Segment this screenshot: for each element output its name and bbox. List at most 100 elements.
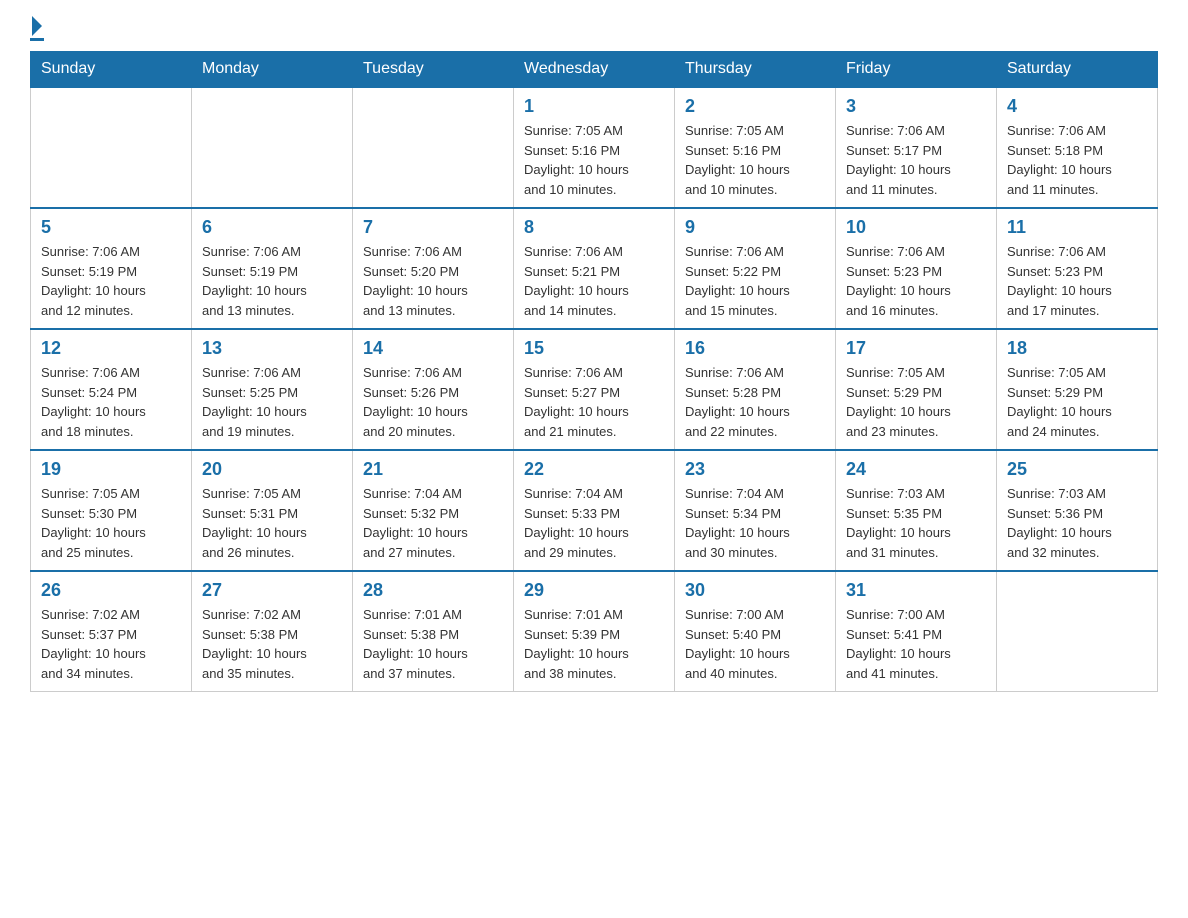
calendar-week-row: 19 Sunrise: 7:05 AMSunset: 5:30 PMDayligh… <box>31 450 1158 571</box>
calendar-cell: 8 Sunrise: 7:06 AMSunset: 5:21 PMDaylight… <box>514 208 675 329</box>
page-header <box>30 20 1158 41</box>
calendar-cell: 20 Sunrise: 7:05 AMSunset: 5:31 PMDayligh… <box>192 450 353 571</box>
day-number: 23 <box>685 459 825 480</box>
day-number: 18 <box>1007 338 1147 359</box>
day-number: 8 <box>524 217 664 238</box>
day-info: Sunrise: 7:03 AMSunset: 5:36 PMDaylight:… <box>1007 484 1147 562</box>
day-info: Sunrise: 7:04 AMSunset: 5:34 PMDaylight:… <box>685 484 825 562</box>
calendar-cell: 24 Sunrise: 7:03 AMSunset: 5:35 PMDayligh… <box>836 450 997 571</box>
calendar-week-row: 1Sunrise: 7:05 AMSunset: 5:16 PMDaylight… <box>31 87 1158 208</box>
day-info: Sunrise: 7:02 AMSunset: 5:37 PMDaylight:… <box>41 605 181 683</box>
day-info: Sunrise: 7:06 AMSunset: 5:19 PMDaylight:… <box>202 242 342 320</box>
day-info: Sunrise: 7:06 AMSunset: 5:28 PMDaylight:… <box>685 363 825 441</box>
logo <box>30 20 44 41</box>
calendar-cell: 14 Sunrise: 7:06 AMSunset: 5:26 PMDayligh… <box>353 329 514 450</box>
calendar-cell: 11Sunrise: 7:06 AMSunset: 5:23 PMDayligh… <box>997 208 1158 329</box>
logo-blue-part <box>30 20 44 36</box>
day-number: 19 <box>41 459 181 480</box>
calendar-cell: 1Sunrise: 7:05 AMSunset: 5:16 PMDaylight… <box>514 87 675 208</box>
day-info: Sunrise: 7:05 AMSunset: 5:30 PMDaylight:… <box>41 484 181 562</box>
logo-triangle-icon <box>32 16 42 36</box>
day-info: Sunrise: 7:04 AMSunset: 5:33 PMDaylight:… <box>524 484 664 562</box>
day-number: 12 <box>41 338 181 359</box>
day-number: 29 <box>524 580 664 601</box>
calendar-cell: 12 Sunrise: 7:06 AMSunset: 5:24 PMDayligh… <box>31 329 192 450</box>
day-of-week-header: Wednesday <box>514 52 675 88</box>
logo-underline <box>30 38 44 41</box>
day-number: 25 <box>1007 459 1147 480</box>
day-info: Sunrise: 7:06 AMSunset: 5:24 PMDaylight:… <box>41 363 181 441</box>
calendar-cell: 27Sunrise: 7:02 AMSunset: 5:38 PMDayligh… <box>192 571 353 692</box>
day-of-week-header: Saturday <box>997 52 1158 88</box>
day-number: 11 <box>1007 217 1147 238</box>
calendar-cell: 7 Sunrise: 7:06 AMSunset: 5:20 PMDaylight… <box>353 208 514 329</box>
logo-text <box>30 20 44 36</box>
day-info: Sunrise: 7:06 AMSunset: 5:22 PMDaylight:… <box>685 242 825 320</box>
day-info: Sunrise: 7:05 AMSunset: 5:29 PMDaylight:… <box>1007 363 1147 441</box>
calendar-cell <box>353 87 514 208</box>
day-info: Sunrise: 7:04 AMSunset: 5:32 PMDaylight:… <box>363 484 503 562</box>
day-info: Sunrise: 7:02 AMSunset: 5:38 PMDaylight:… <box>202 605 342 683</box>
day-info: Sunrise: 7:06 AMSunset: 5:17 PMDaylight:… <box>846 121 986 199</box>
day-number: 1 <box>524 96 664 117</box>
day-number: 5 <box>41 217 181 238</box>
day-info: Sunrise: 7:06 AMSunset: 5:27 PMDaylight:… <box>524 363 664 441</box>
calendar-cell: 10Sunrise: 7:06 AMSunset: 5:23 PMDayligh… <box>836 208 997 329</box>
calendar-cell: 3 Sunrise: 7:06 AMSunset: 5:17 PMDaylight… <box>836 87 997 208</box>
day-number: 10 <box>846 217 986 238</box>
day-info: Sunrise: 7:06 AMSunset: 5:21 PMDaylight:… <box>524 242 664 320</box>
calendar-cell: 25 Sunrise: 7:03 AMSunset: 5:36 PMDayligh… <box>997 450 1158 571</box>
day-number: 16 <box>685 338 825 359</box>
day-number: 7 <box>363 217 503 238</box>
day-info: Sunrise: 7:06 AMSunset: 5:20 PMDaylight:… <box>363 242 503 320</box>
day-info: Sunrise: 7:06 AMSunset: 5:25 PMDaylight:… <box>202 363 342 441</box>
calendar-cell: 16 Sunrise: 7:06 AMSunset: 5:28 PMDayligh… <box>675 329 836 450</box>
day-of-week-header: Friday <box>836 52 997 88</box>
day-number: 4 <box>1007 96 1147 117</box>
calendar-week-row: 26Sunrise: 7:02 AMSunset: 5:37 PMDayligh… <box>31 571 1158 692</box>
day-info: Sunrise: 7:03 AMSunset: 5:35 PMDaylight:… <box>846 484 986 562</box>
day-of-week-header: Tuesday <box>353 52 514 88</box>
calendar-cell: 18 Sunrise: 7:05 AMSunset: 5:29 PMDayligh… <box>997 329 1158 450</box>
calendar-cell: 26Sunrise: 7:02 AMSunset: 5:37 PMDayligh… <box>31 571 192 692</box>
day-info: Sunrise: 7:06 AMSunset: 5:18 PMDaylight:… <box>1007 121 1147 199</box>
calendar-cell: 2Sunrise: 7:05 AMSunset: 5:16 PMDaylight… <box>675 87 836 208</box>
day-number: 20 <box>202 459 342 480</box>
day-number: 21 <box>363 459 503 480</box>
calendar-header-row: SundayMondayTuesdayWednesdayThursdayFrid… <box>31 52 1158 88</box>
day-number: 6 <box>202 217 342 238</box>
calendar-cell: 29 Sunrise: 7:01 AMSunset: 5:39 PMDayligh… <box>514 571 675 692</box>
calendar-cell: 31Sunrise: 7:00 AMSunset: 5:41 PMDayligh… <box>836 571 997 692</box>
calendar-cell: 15Sunrise: 7:06 AMSunset: 5:27 PMDayligh… <box>514 329 675 450</box>
day-info: Sunrise: 7:05 AMSunset: 5:31 PMDaylight:… <box>202 484 342 562</box>
calendar-cell: 5 Sunrise: 7:06 AMSunset: 5:19 PMDaylight… <box>31 208 192 329</box>
day-number: 30 <box>685 580 825 601</box>
day-info: Sunrise: 7:06 AMSunset: 5:26 PMDaylight:… <box>363 363 503 441</box>
day-info: Sunrise: 7:00 AMSunset: 5:41 PMDaylight:… <box>846 605 986 683</box>
day-info: Sunrise: 7:01 AMSunset: 5:39 PMDaylight:… <box>524 605 664 683</box>
calendar-cell: 30 Sunrise: 7:00 AMSunset: 5:40 PMDayligh… <box>675 571 836 692</box>
day-of-week-header: Monday <box>192 52 353 88</box>
calendar-week-row: 12 Sunrise: 7:06 AMSunset: 5:24 PMDayligh… <box>31 329 1158 450</box>
day-number: 17 <box>846 338 986 359</box>
day-number: 13 <box>202 338 342 359</box>
calendar-cell: 4 Sunrise: 7:06 AMSunset: 5:18 PMDaylight… <box>997 87 1158 208</box>
calendar-week-row: 5 Sunrise: 7:06 AMSunset: 5:19 PMDaylight… <box>31 208 1158 329</box>
calendar-cell: 6 Sunrise: 7:06 AMSunset: 5:19 PMDaylight… <box>192 208 353 329</box>
day-number: 24 <box>846 459 986 480</box>
day-info: Sunrise: 7:06 AMSunset: 5:19 PMDaylight:… <box>41 242 181 320</box>
day-number: 14 <box>363 338 503 359</box>
calendar-cell: 19 Sunrise: 7:05 AMSunset: 5:30 PMDayligh… <box>31 450 192 571</box>
calendar-table: SundayMondayTuesdayWednesdayThursdayFrid… <box>30 51 1158 692</box>
day-info: Sunrise: 7:00 AMSunset: 5:40 PMDaylight:… <box>685 605 825 683</box>
calendar-cell: 9 Sunrise: 7:06 AMSunset: 5:22 PMDaylight… <box>675 208 836 329</box>
calendar-cell: 22Sunrise: 7:04 AMSunset: 5:33 PMDayligh… <box>514 450 675 571</box>
day-number: 2 <box>685 96 825 117</box>
calendar-cell <box>997 571 1158 692</box>
calendar-cell: 17Sunrise: 7:05 AMSunset: 5:29 PMDayligh… <box>836 329 997 450</box>
day-number: 3 <box>846 96 986 117</box>
calendar-cell: 21 Sunrise: 7:04 AMSunset: 5:32 PMDayligh… <box>353 450 514 571</box>
day-of-week-header: Thursday <box>675 52 836 88</box>
day-number: 28 <box>363 580 503 601</box>
day-number: 9 <box>685 217 825 238</box>
